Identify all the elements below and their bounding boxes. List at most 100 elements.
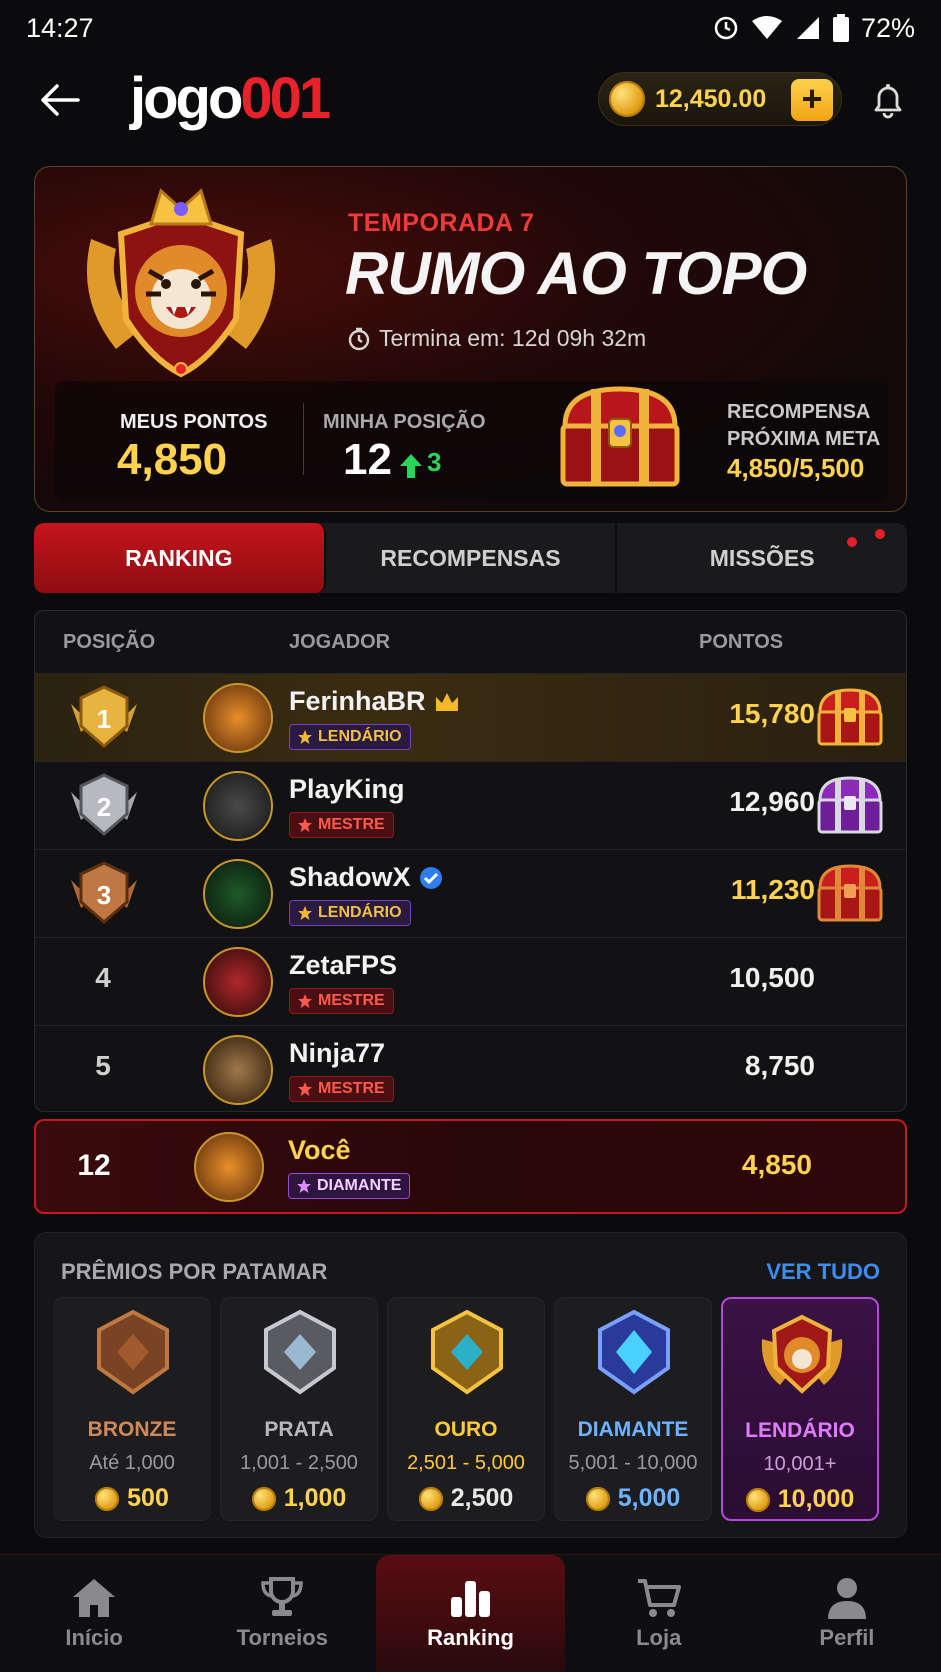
verified-icon (419, 866, 442, 889)
view-all-link[interactable]: VER TUDO (766, 1259, 880, 1285)
player-points: 12,960 (729, 786, 815, 817)
tier-prize: 5,000 (555, 1484, 711, 1513)
nav-home-label: Início (65, 1624, 123, 1650)
add-coins-button[interactable]: + (791, 79, 833, 121)
badge-text: LENDÁRIO (318, 728, 402, 745)
tab-ranking[interactable]: RANKING (34, 523, 326, 593)
tier-card-legendary[interactable]: LENDÁRIO 10,001+ 10,000 (721, 1297, 879, 1521)
header-points: PONTOS (699, 631, 784, 653)
tab-ranking-label: RANKING (125, 544, 233, 571)
rank-badge: LENDÁRIO (289, 900, 411, 926)
tier-prize-value: 10,000 (777, 1485, 855, 1513)
table-row[interactable]: 1 FerinhaBR LENDÁRIO 15,780 (35, 673, 906, 761)
my-rank-row[interactable]: 12 Você DIAMANTE 4,850 (34, 1119, 907, 1214)
reward-label-line2: PRÓXIMA META (727, 428, 881, 450)
reward-label: RECOMPENSA PRÓXIMA META (727, 399, 880, 453)
gold-chest-icon (817, 688, 883, 746)
player-points: 8,750 (744, 1050, 815, 1081)
nav-profile[interactable]: Perfil (753, 1555, 941, 1672)
badge-text: MESTRE (318, 992, 385, 1009)
bronze-tier-icon (97, 1309, 169, 1395)
tier-prizes-title: PRÊMIOS POR PATAMAR (61, 1259, 328, 1284)
player-points: 11,230 (730, 874, 815, 905)
my-player-name: Você (288, 1135, 351, 1166)
avatar (203, 947, 273, 1017)
nav-shop[interactable]: Loja (565, 1555, 753, 1672)
my-badge-text: DIAMANTE (317, 1177, 402, 1194)
table-row[interactable]: 3 ShadowX LENDÁRIO 11,230 (35, 849, 906, 937)
nav-shop-label: Loja (636, 1624, 682, 1650)
player-points: 10,500 (729, 962, 815, 993)
player-points: 15,780 (729, 698, 815, 729)
tiger-emblem-icon (86, 188, 276, 378)
player-name: PlayKing (289, 774, 405, 805)
tier-card-gold[interactable]: OURO 2,501 - 5,000 2,500 (387, 1297, 545, 1521)
legendary-tier-icon (761, 1314, 843, 1394)
stopwatch-icon (348, 327, 370, 350)
table-row[interactable]: 4 ZetaFPS MESTRE 10,500 (35, 937, 906, 1025)
tier-card-diamond[interactable]: DIAMANTE 5,001 - 10,000 5,000 (554, 1297, 712, 1521)
rank-badge: MESTRE (289, 988, 394, 1014)
nav-ranking[interactable]: Ranking (376, 1555, 565, 1672)
logo-text-jogo: jogo (130, 66, 243, 131)
star-badge-icon (298, 906, 312, 920)
nav-tournaments[interactable]: Torneios (188, 1555, 376, 1672)
tier-name: BRONZE (87, 1418, 177, 1441)
ranking-tabs: RANKING RECOMPENSAS MISSÕES (34, 523, 907, 593)
table-row[interactable]: 2 PlayKing MESTRE 12,960 (35, 761, 906, 849)
my-position-label: MINHA POSIÇÃO (323, 411, 486, 433)
coin-icon (745, 1487, 770, 1512)
my-player-name-text: Você (288, 1135, 351, 1165)
tab-missions-label: MISSÕES (709, 544, 815, 571)
trophy-icon (261, 1576, 304, 1616)
ranking-table: POSIÇÃO JOGADOR PONTOS 1 FerinhaBR LENDÁ… (34, 610, 907, 1112)
diamond-tier-icon (598, 1309, 670, 1395)
season-title: RUMO AO TOPO (345, 240, 807, 307)
coin-icon (585, 1486, 610, 1511)
tier-prizes: PRÊMIOS POR PATAMAR VER TUDO BRONZE Até … (34, 1232, 907, 1538)
silver-tier-icon (264, 1309, 336, 1395)
home-icon (73, 1578, 116, 1617)
season-timer: Termina em: 12d 09h 32m (347, 325, 646, 352)
notifications-button[interactable] (864, 76, 912, 124)
my-points-value: 4,850 (117, 435, 228, 484)
tab-rewards[interactable]: RECOMPENSAS (326, 523, 618, 593)
tier-range: 5,001 - 10,000 (568, 1452, 698, 1474)
avatar (203, 683, 273, 753)
svg-text:3: 3 (97, 880, 111, 910)
tier-name: PRATA (264, 1418, 334, 1441)
tab-missions[interactable]: MISSÕES (617, 523, 907, 593)
cart-icon (637, 1578, 681, 1617)
nav-home[interactable]: Início (0, 1555, 188, 1672)
status-bar: 14:27 72% (0, 0, 941, 56)
tier-prize-value: 2,500 (450, 1484, 514, 1512)
player-name-text: ShadowX (289, 862, 411, 892)
silver-medal-icon: 2 (71, 773, 137, 836)
app-header: jogo001 12,450.00 + (0, 60, 941, 140)
coin-balance[interactable]: 12,450.00 + (598, 72, 842, 126)
season-stats: MEUS PONTOS 4,850 MINHA POSIÇÃO 12 3 REC… (55, 381, 888, 501)
badge-text: MESTRE (318, 816, 385, 833)
reward-progress: 4,850/5,500 (727, 453, 865, 483)
star-badge-icon (298, 730, 312, 744)
gold-tier-icon (431, 1309, 503, 1395)
my-rank-number: 12 (77, 1149, 111, 1182)
my-points-label: MEUS PONTOS (120, 411, 268, 433)
back-button[interactable] (36, 76, 84, 124)
avatar (203, 859, 273, 929)
table-row[interactable]: 5 Ninja77 MESTRE 8,750 (35, 1025, 906, 1111)
ranking-icon (450, 1580, 490, 1617)
tier-card-silver[interactable]: PRATA 1,001 - 2,500 1,000 (220, 1297, 378, 1521)
my-position-value: 12 (343, 435, 392, 484)
tier-prize: 10,000 (723, 1485, 877, 1514)
tier-prize-value: 5,000 (617, 1484, 681, 1512)
svg-text:1: 1 (97, 704, 111, 734)
season-timer-text: Termina em: 12d 09h 32m (379, 325, 647, 351)
tier-card-bronze[interactable]: BRONZE Até 1,000 500 (53, 1297, 211, 1521)
player-name: FerinhaBR (289, 686, 460, 717)
tier-range: 1,001 - 2,500 (240, 1452, 358, 1474)
season-card: TEMPORADA 7 RUMO AO TOPO Termina em: 12d… (34, 166, 907, 512)
crown-icon (435, 692, 458, 711)
treasure-chest-icon (560, 386, 680, 487)
app-logo: jogo001 (130, 64, 331, 134)
